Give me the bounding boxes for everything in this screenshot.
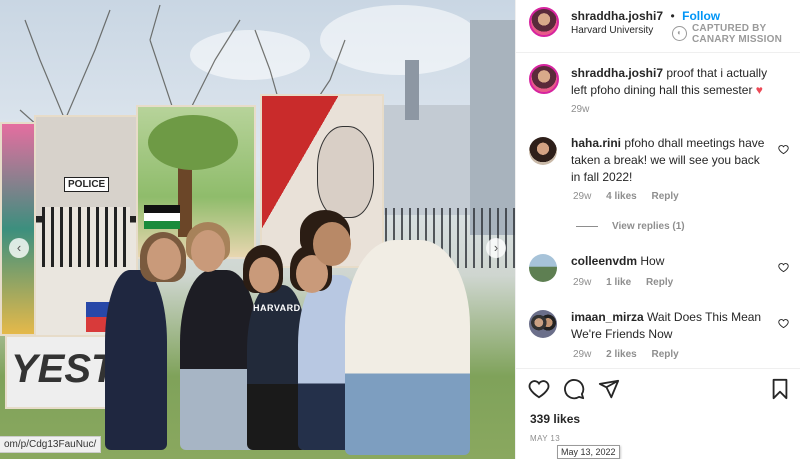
- face: [249, 257, 279, 293]
- heart-icon[interactable]: [778, 318, 789, 329]
- comment-age: 29w: [573, 277, 592, 288]
- comment-likes[interactable]: 1 like: [606, 277, 631, 288]
- comment-meta: 29w 2 likes Reply: [573, 349, 691, 360]
- caption-username[interactable]: shraddha.joshi7: [571, 66, 663, 80]
- watermark-line-1: CAPTURED BY: [692, 23, 767, 34]
- face: [191, 230, 225, 272]
- canary-logo-icon: ◐: [672, 26, 687, 41]
- portrait-face: [317, 126, 374, 218]
- comment-age: 29w: [573, 349, 592, 360]
- reply-button[interactable]: Reply: [652, 349, 679, 360]
- jail-bars: [42, 207, 130, 267]
- person-5: [345, 240, 470, 455]
- police-sign: POLICE: [64, 177, 110, 192]
- heart-icon[interactable]: [778, 262, 789, 273]
- comment-body: How: [640, 254, 665, 268]
- chevron-left-icon[interactable]: ‹: [9, 238, 29, 258]
- comment-meta: 29w 1 like Reply: [573, 277, 685, 288]
- comment-age: 29w: [573, 191, 592, 202]
- view-replies-button[interactable]: View replies (1): [576, 221, 685, 232]
- red-heart-emoji: ♥: [755, 83, 763, 97]
- url-fragment: om/p/Cdg13FauNuc/: [0, 436, 102, 453]
- sign-yes: YEST: [5, 335, 115, 409]
- comment-meta: 29w 4 likes Reply: [573, 191, 691, 202]
- comment-text: colleenvdm How: [571, 253, 771, 270]
- comment-icon[interactable]: [563, 378, 585, 400]
- skyscraper: [405, 60, 419, 120]
- comment-username[interactable]: colleenvdm: [571, 254, 637, 268]
- mural-panel: [0, 122, 36, 336]
- tree-canopy: [148, 115, 238, 170]
- follow-button[interactable]: Follow: [682, 9, 720, 23]
- reply-button[interactable]: Reply: [652, 191, 679, 202]
- chevron-right-icon[interactable]: ›: [486, 238, 506, 258]
- heart-icon[interactable]: [528, 378, 550, 400]
- watermark-line-2: CANARY MISSION: [692, 34, 783, 45]
- face: [313, 222, 351, 266]
- comment-text: haha.rini pfoho dhall meetings have take…: [571, 135, 771, 186]
- post-side-panel: shraddha.joshi7 • Follow Harvard Univers…: [515, 0, 800, 459]
- comment-likes[interactable]: 2 likes: [606, 349, 637, 360]
- avatar[interactable]: [529, 254, 557, 282]
- flag-icon: [144, 205, 180, 229]
- caption-age: 29w: [571, 104, 590, 115]
- sign-text: YEST: [11, 347, 116, 391]
- comment-username[interactable]: haha.rini: [571, 136, 621, 150]
- comment-username[interactable]: imaan_mirza: [571, 310, 644, 324]
- caption: shraddha.joshi7 proof that i actually le…: [571, 65, 786, 99]
- post-photo[interactable]: POLICE YEST HARVARD ‹ › om/p/Cdg13FauNuc…: [0, 0, 515, 459]
- reply-button[interactable]: Reply: [646, 277, 673, 288]
- paper-plane-icon[interactable]: [598, 378, 620, 400]
- separator-dot: •: [670, 9, 675, 23]
- face: [147, 238, 181, 280]
- avatar[interactable]: [529, 7, 559, 37]
- location-link[interactable]: Harvard University: [571, 25, 653, 36]
- avatar[interactable]: [529, 310, 557, 338]
- post-header: shraddha.joshi7 • Follow Harvard Univers…: [516, 0, 800, 53]
- building: [383, 105, 478, 215]
- watermark-text: CAPTURED BY CANARY MISSION: [692, 23, 782, 45]
- avatar[interactable]: [529, 137, 557, 165]
- shirt-text: HARVARD: [253, 303, 301, 313]
- bookmark-icon[interactable]: [769, 378, 791, 400]
- author-username[interactable]: shraddha.joshi7: [571, 9, 663, 23]
- comment-likes[interactable]: 4 likes: [606, 191, 637, 202]
- likes-count[interactable]: 339 likes: [530, 412, 580, 426]
- avatar[interactable]: [529, 64, 559, 94]
- person-1: [105, 270, 167, 450]
- comment-text: imaan_mirza Wait Does This Mean We're Fr…: [571, 309, 771, 343]
- canary-mission-watermark: ◐ CAPTURED BY CANARY MISSION: [672, 23, 798, 47]
- date-tooltip: May 13, 2022: [557, 445, 620, 459]
- action-bar: [516, 368, 800, 409]
- heart-icon[interactable]: [778, 144, 789, 155]
- building: [470, 20, 515, 235]
- post-date[interactable]: MAY 13: [530, 434, 560, 443]
